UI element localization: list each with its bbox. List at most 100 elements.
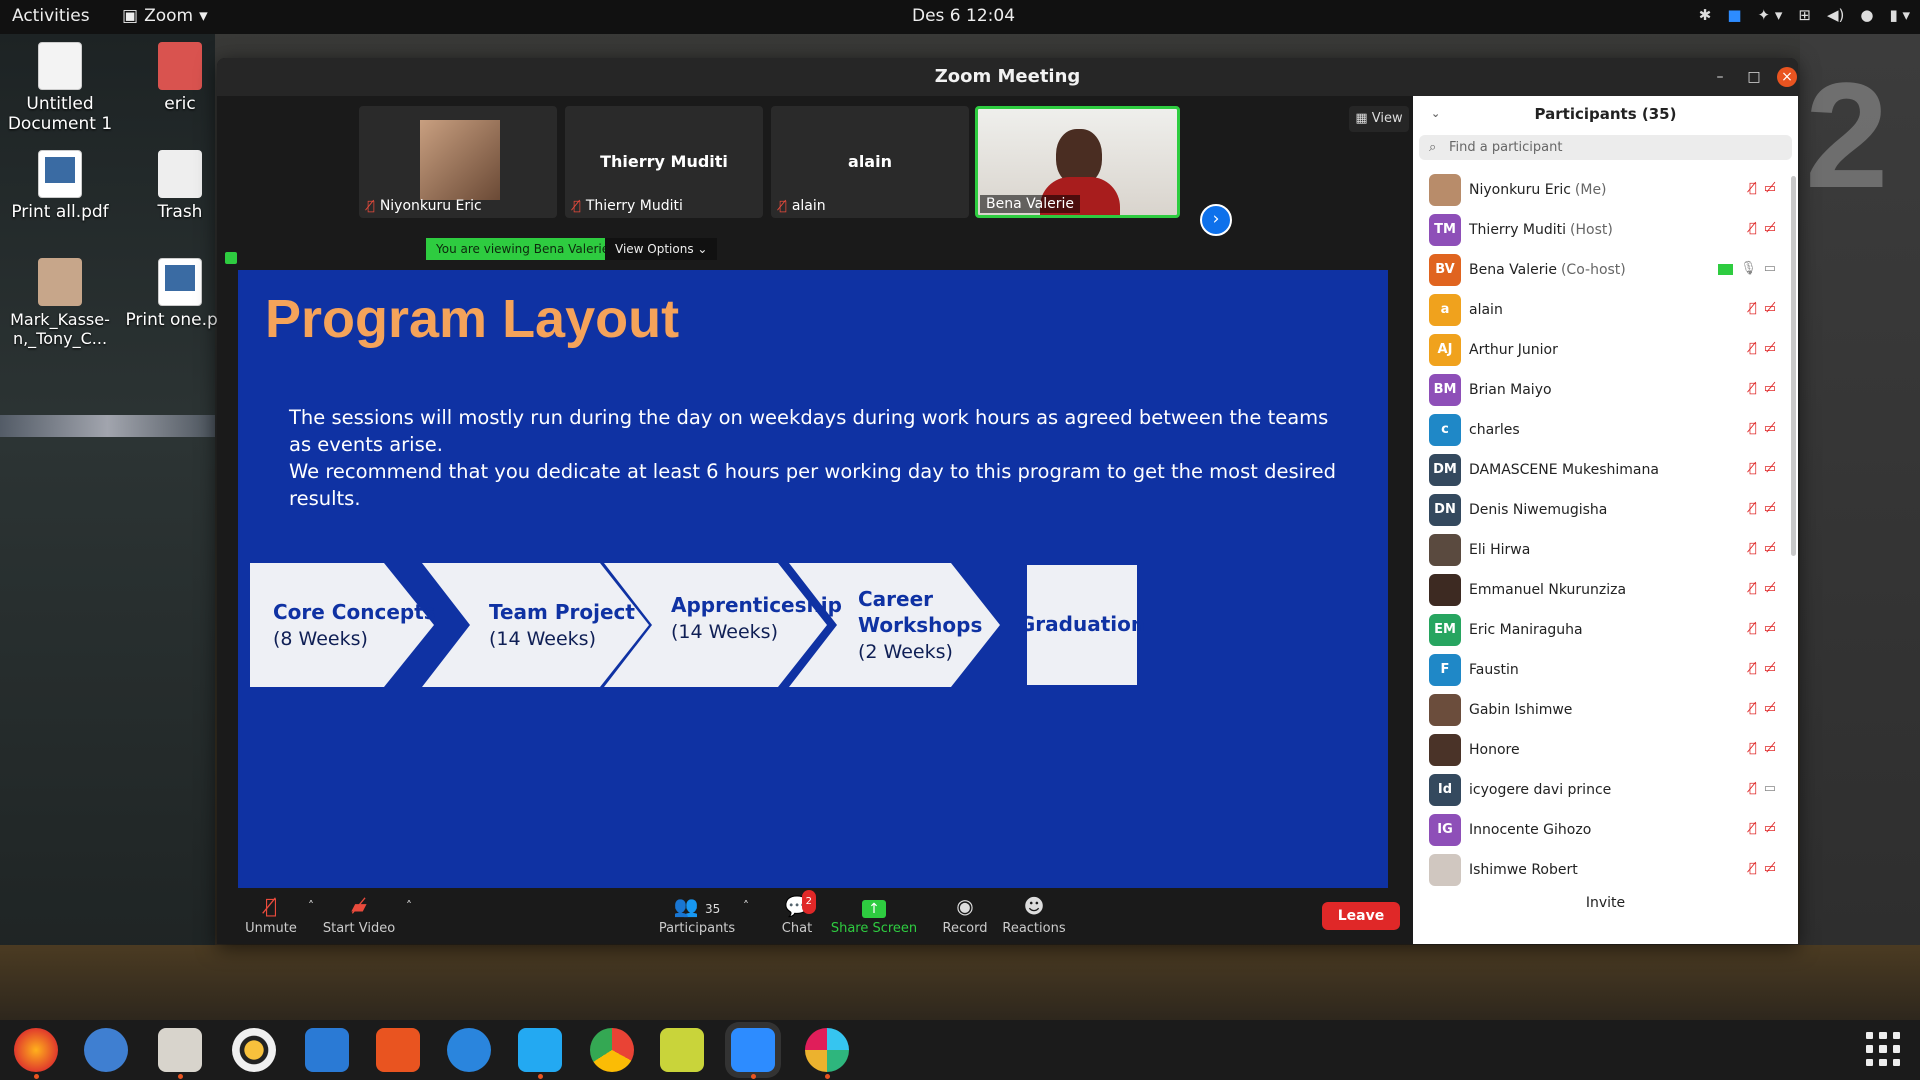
view-options-button[interactable]: View Options ⌄ <box>605 238 718 260</box>
minimize-button[interactable]: – <box>1710 67 1730 87</box>
participant-name: charles <box>1469 422 1520 438</box>
grid-dot <box>1879 1045 1887 1053</box>
start-video-button[interactable]: ▰̸ Start Video <box>319 894 399 936</box>
running-indicator <box>751 1074 756 1079</box>
wallpaper-sign: 2 <box>1805 51 1889 219</box>
leave-button[interactable]: Leave <box>1322 902 1400 930</box>
libreoffice-writer-icon[interactable] <box>305 1028 349 1072</box>
rhythmbox-icon[interactable] <box>232 1028 276 1072</box>
participant-role: (Host) <box>1570 222 1613 238</box>
caret-up-icon: ˄ <box>743 899 749 913</box>
participant-search-input[interactable]: ⌕ Find a participant <box>1419 135 1792 160</box>
thunderbird-icon[interactable] <box>84 1028 128 1072</box>
participant-status-icons: 🎙̸ ▭̸ <box>1749 541 1776 556</box>
participant-role: (Co-host) <box>1560 262 1626 278</box>
meeting-toolbar: 🎙̸ Unmute ˄ ▰̸ Start Video ˄ 👥 35 Partic… <box>217 888 1413 944</box>
reactions-button[interactable]: ☻ Reactions <box>1002 894 1066 936</box>
unmute-label: Unmute <box>245 921 297 936</box>
grid-dot <box>1892 1045 1900 1053</box>
participant-row[interactable]: c charles 🎙̸ ▭̸ <box>1413 410 1798 450</box>
zoom-tray-icon[interactable]: ■ <box>1727 6 1741 24</box>
participants-icon-wrap: 👥 35 <box>657 894 737 918</box>
show-apps-icon[interactable] <box>1866 1032 1900 1066</box>
participant-row[interactable]: DN Denis Niwemugisha 🎙̸ ▭̸ <box>1413 490 1798 530</box>
notes-icon[interactable] <box>660 1028 704 1072</box>
participant-row[interactable]: F Faustin 🎙̸ ▭̸ <box>1413 650 1798 690</box>
video-thumbnail-active[interactable]: Bena Valerie <box>975 106 1180 218</box>
vscode-icon[interactable] <box>518 1028 562 1072</box>
mic-off-icon: 🎙̸ <box>1748 221 1757 236</box>
participant-name: Gabin Ishimwe <box>1469 702 1573 718</box>
video-thumbnail[interactable]: alain 🎙̸ alain <box>771 106 969 218</box>
mic-off-icon: 🎙̸ <box>1748 781 1757 796</box>
participants-icon: 👥 <box>673 894 699 918</box>
participant-row[interactable]: Id icyogere davi prince 🎙̸ ▭ <box>1413 770 1798 810</box>
participant-row[interactable]: DM DAMASCENE Mukeshimana 🎙̸ ▭̸ <box>1413 450 1798 490</box>
participant-name: Innocente Gihozo <box>1469 822 1592 838</box>
invite-button[interactable]: Invite <box>1563 890 1648 916</box>
participant-name: Faustin <box>1469 662 1519 678</box>
desktop-icon-untitled-document[interactable]: Untitled Document 1 <box>5 42 115 134</box>
share-screen-button[interactable]: ↑ Share Screen <box>829 894 919 936</box>
video-options-button[interactable]: ˄ <box>403 894 415 921</box>
close-button[interactable]: × <box>1777 67 1797 87</box>
slack-icon[interactable] <box>805 1028 849 1072</box>
video-thumbnail[interactable]: Thierry Muditi 🎙̸ Thierry Muditi <box>565 106 763 218</box>
video-on-icon: ▭ <box>1763 781 1776 796</box>
participant-row[interactable]: TM Thierry Muditi (Host) 🎙̸ ▭̸ <box>1413 210 1798 250</box>
chrome-icon[interactable] <box>590 1028 634 1072</box>
accessibility-icon[interactable]: ✦ ▾ <box>1758 6 1783 24</box>
participant-row[interactable]: Gabin Ishimwe 🎙̸ ▭̸ <box>1413 690 1798 730</box>
next-page-button[interactable]: › <box>1200 204 1232 236</box>
participant-row[interactable]: IG Innocente Gihozo 🎙̸ ▭̸ <box>1413 810 1798 850</box>
participant-status-icons: 🎙̸ ▭̸ <box>1749 181 1776 196</box>
record-icon: ◉ <box>956 894 974 918</box>
battery-icon[interactable]: ▮ ▾ <box>1889 6 1910 24</box>
participant-row[interactable]: Niyonkuru Eric (Me) 🎙̸ ▭̸ <box>1413 170 1798 210</box>
app-menu[interactable]: ▣ Zoom ▾ <box>122 6 208 26</box>
participants-options-button[interactable]: ˄ <box>740 894 752 921</box>
avatar: IG <box>1429 814 1461 846</box>
view-button[interactable]: ▦ View <box>1349 106 1409 132</box>
participant-row[interactable]: Eli Hirwa 🎙̸ ▭̸ <box>1413 530 1798 570</box>
mic-off-icon: 🎙̸ <box>1748 821 1757 836</box>
microphone-icon[interactable]: ● <box>1860 6 1873 24</box>
slack-tray-icon[interactable]: ✱ <box>1699 6 1712 24</box>
mic-off-icon: 🎙̸ <box>1748 661 1757 676</box>
trash-icon <box>158 150 202 198</box>
zoom-window: Zoom Meeting – □ × 🎙̸ Niyonkuru Eric Thi… <box>217 58 1798 944</box>
firefox-icon[interactable] <box>14 1028 58 1072</box>
record-button[interactable]: ◉ Record <box>937 894 993 936</box>
panel-scrollbar[interactable] <box>1791 176 1796 556</box>
activities-button[interactable]: Activities <box>12 6 90 26</box>
software-center-icon[interactable] <box>376 1028 420 1072</box>
participant-row[interactable]: EM Eric Maniraguha 🎙̸ ▭̸ <box>1413 610 1798 650</box>
participant-row[interactable]: BV Bena Valerie (Co-host) 🎙 ▭ <box>1413 250 1798 290</box>
video-thumbnail[interactable]: 🎙̸ Niyonkuru Eric <box>359 106 557 218</box>
participant-row[interactable]: BM Brian Maiyo 🎙̸ ▭̸ <box>1413 370 1798 410</box>
participant-row[interactable]: Ishimwe Robert 🎙̸ ▭̸ <box>1413 850 1798 890</box>
view-label: View <box>1371 111 1403 126</box>
volume-icon[interactable]: ◀) <box>1827 6 1844 24</box>
participant-row[interactable]: AJ Arthur Junior 🎙̸ ▭̸ <box>1413 330 1798 370</box>
chat-button[interactable]: 💬 2 Chat <box>772 890 822 936</box>
audio-options-button[interactable]: ˄ <box>305 894 317 921</box>
participant-list: Niyonkuru Eric (Me) 🎙̸ ▭̸ TM Thierry Muditi (H… <box>1413 170 1798 900</box>
mic-off-icon: 🎙̸ <box>1748 181 1757 196</box>
participant-row[interactable]: Emmanuel Nkurunziza 🎙̸ ▭̸ <box>1413 570 1798 610</box>
unmute-button[interactable]: 🎙̸ Unmute <box>241 894 301 936</box>
desktop-icon-mark-kassen[interactable]: Mark_Kasse-n,_Tony_C... <box>5 258 115 348</box>
zoom-icon[interactable] <box>731 1028 775 1072</box>
maximize-button[interactable]: □ <box>1744 67 1764 87</box>
chat-label: Chat <box>781 921 813 936</box>
participant-row[interactable]: Honore 🎙̸ ▭̸ <box>1413 730 1798 770</box>
help-icon[interactable] <box>447 1028 491 1072</box>
participants-button[interactable]: 👥 35 Participants <box>657 894 737 936</box>
collapse-panel-icon[interactable]: ⌄ <box>1431 96 1440 132</box>
network-icon[interactable]: ⊞ <box>1798 6 1811 24</box>
desktop-icon-print-all[interactable]: Print all.pdf <box>5 150 115 222</box>
participant-name: icyogere davi prince <box>1469 782 1612 798</box>
files-icon[interactable] <box>158 1028 202 1072</box>
participant-row[interactable]: a alain 🎙̸ ▭̸ <box>1413 290 1798 330</box>
clock[interactable]: Des 6 12:04 <box>912 6 1015 26</box>
